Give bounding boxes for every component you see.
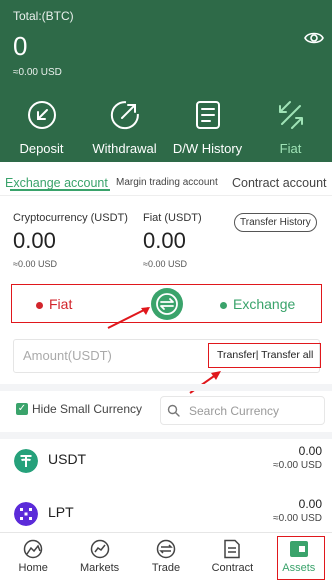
eye-icon[interactable] xyxy=(304,30,324,46)
bottom-nav: Home Markets Trade Contract Assets xyxy=(0,532,332,580)
red-dot-icon xyxy=(36,301,43,309)
currency-amount: 0.00 xyxy=(298,444,322,458)
tab-margin-trading-account[interactable]: Margin trading account xyxy=(116,177,218,188)
withdrawal-label: Withdrawal xyxy=(92,141,157,156)
usdt-logo-icon xyxy=(14,449,38,473)
history-icon xyxy=(195,101,220,129)
total-value: 0 xyxy=(13,31,28,61)
swap-from-label: Fiat xyxy=(49,296,73,312)
transfer-history-button[interactable]: Transfer History xyxy=(234,213,317,232)
crypto-balance-label: Cryptocurrency (USDT) xyxy=(13,212,128,224)
transfer-actions[interactable]: Transfer| Transfer all xyxy=(208,343,321,368)
separator xyxy=(0,384,332,391)
tab-exchange-account[interactable]: Exchange account xyxy=(5,176,110,191)
header-actions: Deposit Withdrawal D/W History Fiat xyxy=(0,100,332,156)
swap-to-label: Exchange xyxy=(233,296,296,312)
hide-small-currency-toggle[interactable]: ✓ Hide Small Currency xyxy=(16,402,142,416)
nav-assets-label: Assets xyxy=(282,562,316,574)
amount-input[interactable] xyxy=(23,348,203,363)
transfer-arrows-icon xyxy=(278,101,303,129)
hide-small-label: Hide Small Currency xyxy=(32,402,143,416)
crypto-balance-value: 0.00 xyxy=(13,228,56,253)
search-box xyxy=(160,396,325,425)
nav-markets-label: Markets xyxy=(80,562,120,574)
fiat-balance-fiat: ≈0.00 USD xyxy=(143,259,187,269)
fiat-balance-label: Fiat (USDT) xyxy=(143,212,202,224)
nav-home-label: Home xyxy=(18,562,48,574)
currency-name: USDT xyxy=(48,451,87,467)
withdrawal-button[interactable]: Withdrawal xyxy=(83,100,166,156)
currency-name: LPT xyxy=(48,504,74,520)
currency-fiat: ≈0.00 USD xyxy=(273,513,322,524)
swap-to[interactable]: Exchange xyxy=(220,296,295,312)
swap-icon xyxy=(156,293,178,315)
nav-trade-label: Trade xyxy=(151,562,181,574)
nav-assets[interactable]: Assets xyxy=(266,533,332,580)
search-icon xyxy=(167,404,180,417)
dw-history-label: D/W History xyxy=(172,141,243,156)
deposit-button[interactable]: Deposit xyxy=(0,100,83,156)
fiat-button[interactable]: Fiat xyxy=(249,100,332,156)
account-tabs: Exchange account Margin trading account … xyxy=(0,170,332,196)
deposit-icon xyxy=(27,101,56,129)
checkbox-checked-icon: ✓ xyxy=(16,403,28,415)
crypto-balance-fiat: ≈0.00 USD xyxy=(13,259,57,269)
swap-direction-button[interactable] xyxy=(151,288,183,320)
wallet-icon xyxy=(289,541,308,557)
search-currency-input[interactable] xyxy=(189,403,309,418)
nav-markets[interactable]: Markets xyxy=(66,533,132,580)
nav-contract[interactable]: Contract xyxy=(199,533,265,580)
nav-home[interactable]: Home xyxy=(0,533,66,580)
assets-header: Total:(BTC) 0 ≈0.00 USD Deposit Withdraw… xyxy=(0,0,332,162)
fiat-label: Fiat xyxy=(279,141,302,156)
trade-icon xyxy=(156,539,176,559)
dw-history-button[interactable]: D/W History xyxy=(166,100,249,156)
contract-icon xyxy=(224,539,241,559)
withdrawal-icon xyxy=(110,101,139,130)
green-dot-icon xyxy=(220,301,227,309)
total-fiat-value: ≈0.00 USD xyxy=(13,67,62,78)
currency-fiat: ≈0.00 USD xyxy=(273,460,322,471)
currency-row[interactable]: USDT 0.00 ≈0.00 USD xyxy=(0,436,332,486)
fiat-balance-value: 0.00 xyxy=(143,228,186,253)
markets-icon xyxy=(90,539,109,559)
swap-from[interactable]: Fiat xyxy=(36,296,72,312)
nav-contract-label: Contract xyxy=(211,562,254,574)
tab-contract-account[interactable]: Contract account xyxy=(232,176,327,190)
nav-trade[interactable]: Trade xyxy=(133,533,199,580)
currency-amount: 0.00 xyxy=(298,497,322,511)
lpt-logo-icon xyxy=(14,502,38,526)
total-label: Total:(BTC) xyxy=(13,9,74,23)
home-icon xyxy=(23,539,43,559)
deposit-label: Deposit xyxy=(19,141,64,156)
